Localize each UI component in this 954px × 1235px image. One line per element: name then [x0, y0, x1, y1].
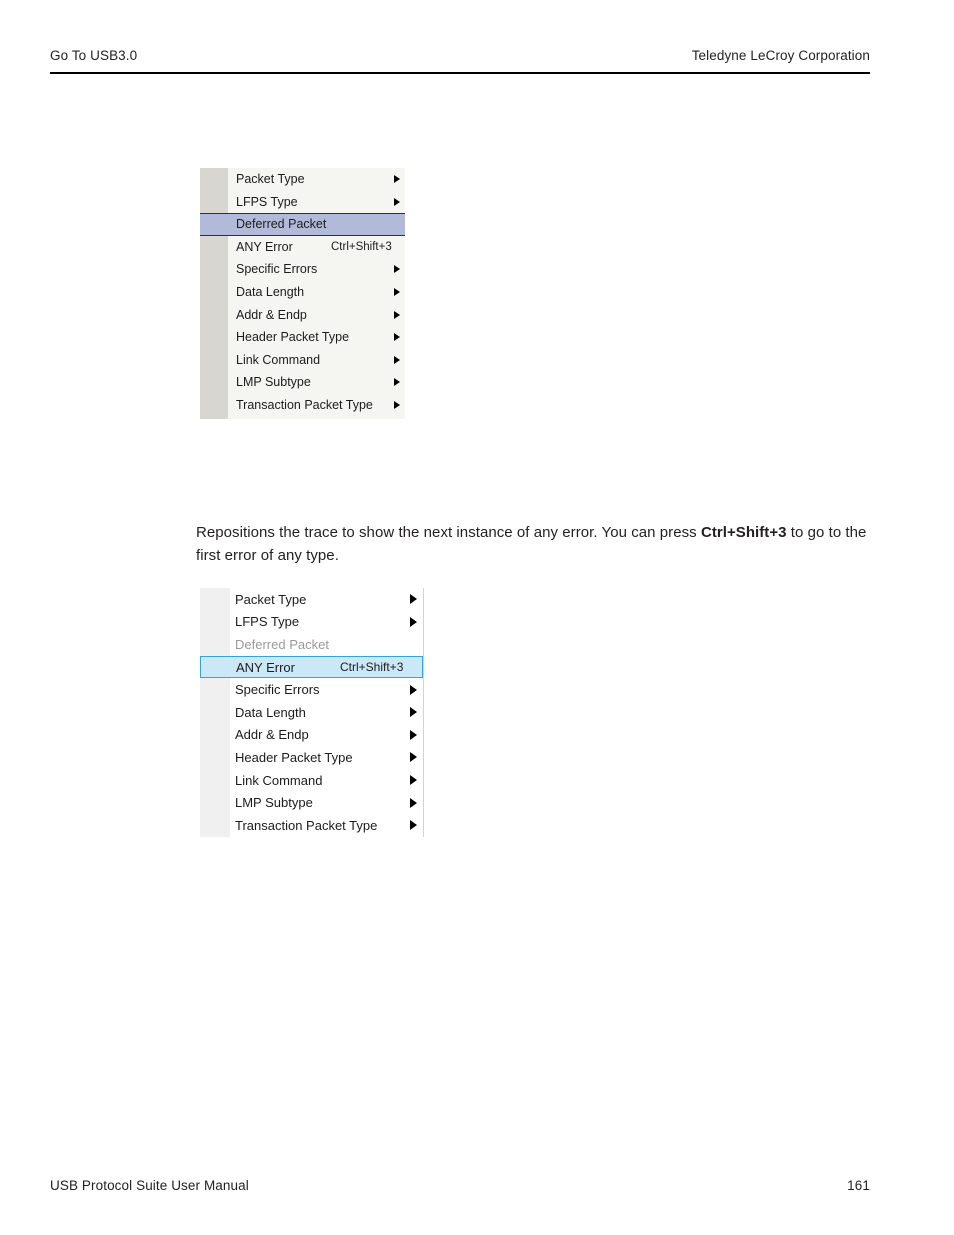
header-left-text: Go To USB3.0	[50, 48, 138, 63]
menu-item-lmp-subtype[interactable]: LMP Subtype	[200, 791, 423, 814]
menu-item-label: LFPS Type	[236, 194, 298, 209]
submenu-arrow-icon	[394, 197, 400, 206]
menu-item-transaction-packet-type[interactable]: Transaction Packet Type	[200, 393, 405, 416]
document-page: Go To USB3.0 Teledyne LeCroy Corporation…	[0, 0, 954, 1235]
menu-item-data-length[interactable]: Data Length	[200, 281, 405, 304]
menu-item-label: Link Command	[236, 352, 321, 367]
menu-item-header-packet-type[interactable]: Header Packet Type	[200, 746, 423, 769]
submenu-arrow-icon	[410, 707, 417, 718]
submenu-arrow-icon	[410, 616, 417, 627]
menu-item-label: ANY Error	[236, 239, 293, 254]
menu-item-transaction-packet-type[interactable]: Transaction Packet Type	[200, 814, 423, 837]
menu-item-packet-type[interactable]: Packet Type	[200, 168, 405, 191]
menu-item-addr-endp[interactable]: Addr & Endp	[200, 724, 423, 747]
menu-item-label: Header Packet Type	[235, 749, 353, 765]
paragraph-text-lead: Repositions the trace to show the next i…	[196, 524, 701, 541]
page-header: Go To USB3.0 Teledyne LeCroy Corporation	[50, 48, 870, 63]
menu-item-shortcut: Ctrl+Shift+3	[340, 660, 404, 675]
submenu-arrow-icon	[394, 355, 400, 364]
menu-item-label: ANY Error	[236, 659, 295, 675]
menu-item-label: Addr & Endp	[236, 307, 307, 322]
menu-item-any-error[interactable]: ANY Error Ctrl+Shift+3	[200, 655, 423, 679]
menu-item-label: LFPS Type	[235, 614, 300, 630]
menu-item-lfps-type[interactable]: LFPS Type	[200, 191, 405, 214]
menu-item-label: Specific Errors	[236, 262, 318, 277]
menu-item-specific-errors[interactable]: Specific Errors	[200, 258, 405, 281]
menu-item-list: Packet Type LFPS Type Deferred Packet ANY E…	[200, 168, 405, 416]
page-footer: USB Protocol Suite User Manual 161	[50, 1178, 870, 1193]
goto-context-menu-any-error[interactable]: Packet Type LFPS Type Deferred Packet ANY E…	[200, 588, 424, 837]
menu-item-deferred-packet: Deferred Packet	[200, 633, 423, 656]
menu-item-label: Header Packet Type	[236, 330, 350, 345]
body-paragraph: Repositions the trace to show the next i…	[196, 522, 872, 567]
submenu-arrow-icon	[410, 797, 417, 808]
submenu-arrow-icon	[410, 684, 417, 695]
submenu-arrow-icon	[410, 594, 417, 605]
menu-item-deferred-packet[interactable]: Deferred Packet	[200, 213, 405, 236]
menu-item-lfps-type[interactable]: LFPS Type	[200, 611, 423, 634]
submenu-arrow-icon	[394, 333, 400, 342]
menu-item-addr-endp[interactable]: Addr & Endp	[200, 303, 405, 326]
menu-item-label: Deferred Packet	[235, 636, 329, 652]
submenu-arrow-icon	[394, 378, 400, 387]
menu-item-label: Data Length	[235, 704, 306, 720]
menu-item-label: Deferred Packet	[236, 217, 327, 232]
header-right-text: Teledyne LeCroy Corporation	[691, 48, 870, 63]
menu-item-label: Specific Errors	[235, 682, 320, 698]
submenu-arrow-icon	[410, 729, 417, 740]
submenu-arrow-icon	[394, 400, 400, 409]
menu-item-header-packet-type[interactable]: Header Packet Type	[200, 326, 405, 349]
menu-item-label: Data Length	[236, 285, 305, 299]
goto-context-menu-deferred-packet[interactable]: Packet Type LFPS Type Deferred Packet ANY E…	[200, 168, 405, 419]
menu-item-label: Link Command	[235, 772, 323, 788]
menu-item-link-command[interactable]: Link Command	[200, 769, 423, 792]
menu-item-shortcut: Ctrl+Shift+3	[331, 240, 392, 253]
header-divider-rule	[50, 72, 870, 74]
menu-item-label: Transaction Packet Type	[236, 397, 373, 412]
submenu-arrow-icon	[394, 310, 400, 319]
menu-item-label: LMP Subtype	[236, 375, 311, 390]
footer-left-text: USB Protocol Suite User Manual	[50, 1178, 249, 1193]
paragraph-shortcut-bold: Ctrl+Shift+3	[700, 524, 787, 541]
menu-item-label: Packet Type	[235, 591, 307, 607]
menu-item-label: Addr & Endp	[235, 727, 309, 743]
menu-item-any-error[interactable]: ANY Error Ctrl+Shift+3	[200, 236, 405, 259]
menu-item-packet-type[interactable]: Packet Type	[200, 588, 423, 611]
submenu-arrow-icon	[410, 775, 417, 786]
menu-item-link-command[interactable]: Link Command	[200, 348, 405, 371]
submenu-arrow-icon	[410, 820, 417, 831]
submenu-arrow-icon	[394, 288, 400, 296]
menu-item-list: Packet Type LFPS Type Deferred Packet ANY E…	[200, 588, 423, 837]
menu-item-data-length[interactable]: Data Length	[200, 701, 423, 724]
menu-item-specific-errors[interactable]: Specific Errors	[200, 678, 423, 701]
menu-item-label: LMP Subtype	[235, 795, 313, 811]
page-number: 161	[847, 1178, 870, 1193]
submenu-arrow-icon	[394, 265, 400, 274]
submenu-arrow-icon	[410, 752, 417, 763]
submenu-arrow-icon	[394, 175, 400, 184]
menu-item-lmp-subtype[interactable]: LMP Subtype	[200, 371, 405, 394]
menu-item-label: Packet Type	[236, 172, 305, 187]
menu-item-label: Transaction Packet Type	[235, 817, 378, 833]
